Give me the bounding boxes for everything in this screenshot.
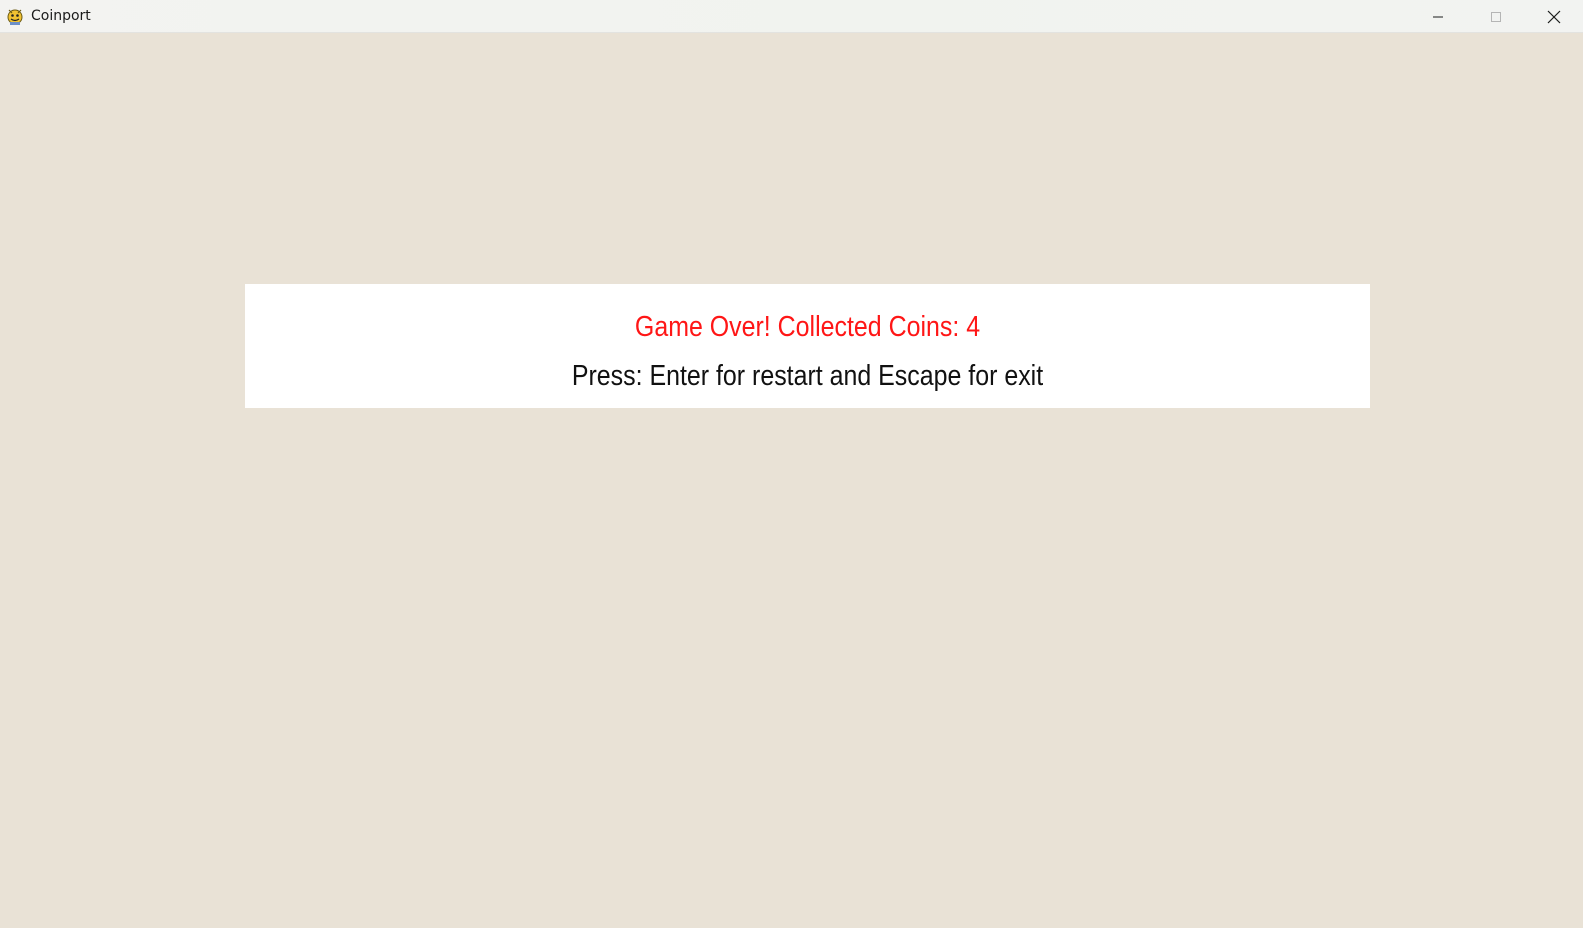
window-title: Coinport xyxy=(31,8,91,24)
game-canvas[interactable]: Game Over! Collected Coins: 4 Press: Ent… xyxy=(0,34,1583,928)
maximize-button[interactable] xyxy=(1467,0,1525,33)
game-over-panel: Game Over! Collected Coins: 4 Press: Ent… xyxy=(245,284,1370,408)
restart-exit-instructions: Press: Enter for restart and Escape for … xyxy=(571,360,1044,392)
window-controls xyxy=(1409,0,1583,33)
maximize-icon xyxy=(1491,11,1501,22)
close-button[interactable] xyxy=(1525,0,1583,33)
app-icon xyxy=(6,6,24,26)
minimize-icon xyxy=(1433,16,1443,17)
close-icon xyxy=(1547,10,1561,23)
game-over-message: Game Over! Collected Coins: 4 xyxy=(634,311,981,343)
minimize-button[interactable] xyxy=(1409,0,1467,33)
window-titlebar[interactable]: Coinport xyxy=(0,0,1583,33)
